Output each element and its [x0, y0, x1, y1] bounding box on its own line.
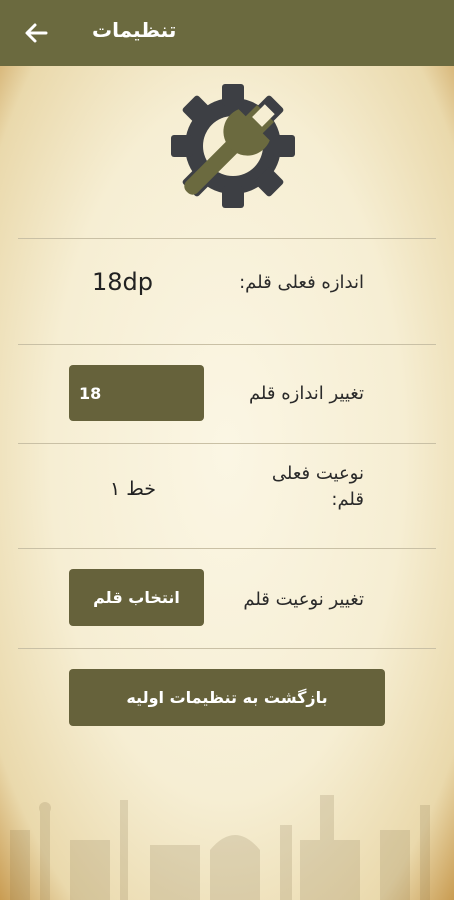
choose-font-button[interactable]: انتخاب قلم [69, 569, 204, 626]
current-size-value: 18dp [92, 268, 154, 296]
change-size-label: تغییر اندازه قلم [248, 383, 364, 404]
app-bar: تنظیمات [0, 0, 454, 66]
page-title: تنظیمات [92, 18, 177, 42]
change-font-label: تغییر نوعیت قلم [243, 589, 364, 610]
current-font-label: نوعیت فعلی قلم: [271, 463, 364, 510]
divider [18, 344, 436, 345]
pen-size-input[interactable]: 18 [69, 365, 204, 421]
current-size-label: اندازه فعلی قلم: [239, 272, 364, 293]
reset-settings-button[interactable]: بازگشت به تنظیمات اولیه [69, 669, 385, 726]
gear-wrench-icon [171, 84, 295, 208]
divider [18, 548, 436, 549]
divider [18, 238, 436, 239]
current-font-value: خط ۱ [110, 478, 157, 500]
divider [18, 648, 436, 649]
city-skyline-decoration [10, 795, 430, 900]
arrow-left-icon[interactable] [20, 17, 52, 49]
divider [18, 443, 436, 444]
